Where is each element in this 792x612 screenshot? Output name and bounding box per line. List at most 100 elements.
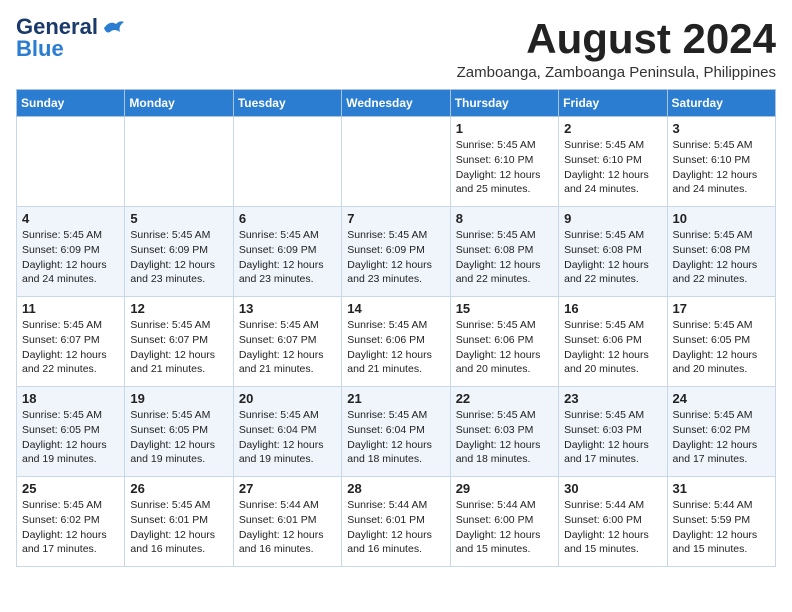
- title-area: August 2024 Zamboanga, Zamboanga Peninsu…: [457, 16, 776, 81]
- week-row-2: 4 Sunrise: 5:45 AM Sunset: 6:09 PM Daylig…: [17, 207, 776, 297]
- calendar-cell: 21 Sunrise: 5:45 AM Sunset: 6:04 PM Dayli…: [342, 387, 450, 477]
- day-info: Sunrise: 5:45 AM Sunset: 6:06 PM Dayligh…: [564, 318, 661, 377]
- calendar-cell: 23 Sunrise: 5:45 AM Sunset: 6:03 PM Dayli…: [559, 387, 667, 477]
- day-number: 13: [239, 301, 336, 316]
- calendar-cell: 4Sunrise: 5:45 AM Sunset: 6:09 PM Daylig…: [17, 207, 125, 297]
- calendar-cell: 31 Sunrise: 5:44 AM Sunset: 5:59 PM Dayli…: [667, 477, 775, 567]
- day-info: Sunrise: 5:45 AM Sunset: 6:06 PM Dayligh…: [456, 318, 553, 377]
- calendar-table: SundayMondayTuesdayWednesdayThursdayFrid…: [16, 89, 776, 567]
- day-number: 1: [456, 121, 553, 136]
- day-info: Sunrise: 5:44 AM Sunset: 6:00 PM Dayligh…: [456, 498, 553, 557]
- day-number: 28: [347, 481, 444, 496]
- day-info: Sunrise: 5:45 AM Sunset: 6:02 PM Dayligh…: [673, 408, 770, 467]
- week-row-5: 25 Sunrise: 5:45 AM Sunset: 6:02 PM Dayli…: [17, 477, 776, 567]
- day-info: Sunrise: 5:44 AM Sunset: 6:00 PM Dayligh…: [564, 498, 661, 557]
- day-info: Sunrise: 5:45 AM Sunset: 6:04 PM Dayligh…: [239, 408, 336, 467]
- calendar-cell: 5 Sunrise: 5:45 AM Sunset: 6:09 PM Daylig…: [125, 207, 233, 297]
- day-info: Sunrise: 5:45 AM Sunset: 6:10 PM Dayligh…: [673, 138, 770, 197]
- weekday-header-row: SundayMondayTuesdayWednesdayThursdayFrid…: [17, 90, 776, 117]
- calendar-cell: [233, 117, 341, 207]
- day-info: Sunrise: 5:45 AM Sunset: 6:08 PM Dayligh…: [564, 228, 661, 287]
- day-number: 24: [673, 391, 770, 406]
- week-row-4: 18 Sunrise: 5:45 AM Sunset: 6:05 PM Dayli…: [17, 387, 776, 477]
- calendar-cell: 14 Sunrise: 5:45 AM Sunset: 6:06 PM Dayli…: [342, 297, 450, 387]
- day-info: Sunrise: 5:45 AM Sunset: 6:05 PM Dayligh…: [673, 318, 770, 377]
- calendar-cell: 13Sunrise: 5:45 AM Sunset: 6:07 PM Dayli…: [233, 297, 341, 387]
- day-info: Sunrise: 5:45 AM Sunset: 6:08 PM Dayligh…: [673, 228, 770, 287]
- weekday-monday: Monday: [125, 90, 233, 117]
- day-number: 25: [22, 481, 119, 496]
- day-info: Sunrise: 5:45 AM Sunset: 6:05 PM Dayligh…: [130, 408, 227, 467]
- calendar-cell: 19 Sunrise: 5:45 AM Sunset: 6:05 PM Dayli…: [125, 387, 233, 477]
- day-info: Sunrise: 5:45 AM Sunset: 6:03 PM Dayligh…: [564, 408, 661, 467]
- day-number: 18: [22, 391, 119, 406]
- location-subtitle: Zamboanga, Zamboanga Peninsula, Philippi…: [457, 64, 776, 81]
- day-info: Sunrise: 5:45 AM Sunset: 6:09 PM Dayligh…: [130, 228, 227, 287]
- weekday-tuesday: Tuesday: [233, 90, 341, 117]
- day-number: 20: [239, 391, 336, 406]
- day-number: 19: [130, 391, 227, 406]
- calendar-cell: 26 Sunrise: 5:45 AM Sunset: 6:01 PM Dayli…: [125, 477, 233, 567]
- calendar-cell: 25 Sunrise: 5:45 AM Sunset: 6:02 PM Dayli…: [17, 477, 125, 567]
- calendar-cell: 15Sunrise: 5:45 AM Sunset: 6:06 PM Dayli…: [450, 297, 558, 387]
- weekday-saturday: Saturday: [667, 90, 775, 117]
- calendar-cell: [125, 117, 233, 207]
- calendar-cell: 16 Sunrise: 5:45 AM Sunset: 6:06 PM Dayli…: [559, 297, 667, 387]
- day-info: Sunrise: 5:45 AM Sunset: 6:04 PM Dayligh…: [347, 408, 444, 467]
- header: General Blue August 2024 Zamboanga, Zamb…: [16, 16, 776, 81]
- day-number: 12: [130, 301, 227, 316]
- day-info: Sunrise: 5:45 AM Sunset: 6:07 PM Dayligh…: [130, 318, 227, 377]
- weekday-sunday: Sunday: [17, 90, 125, 117]
- day-info: Sunrise: 5:45 AM Sunset: 6:02 PM Dayligh…: [22, 498, 119, 557]
- day-info: Sunrise: 5:45 AM Sunset: 6:01 PM Dayligh…: [130, 498, 227, 557]
- day-info: Sunrise: 5:45 AM Sunset: 6:10 PM Dayligh…: [456, 138, 553, 197]
- day-number: 31: [673, 481, 770, 496]
- day-number: 8: [456, 211, 553, 226]
- day-info: Sunrise: 5:45 AM Sunset: 6:09 PM Dayligh…: [239, 228, 336, 287]
- day-number: 30: [564, 481, 661, 496]
- day-info: Sunrise: 5:44 AM Sunset: 6:01 PM Dayligh…: [347, 498, 444, 557]
- day-number: 11: [22, 301, 119, 316]
- day-info: Sunrise: 5:45 AM Sunset: 6:10 PM Dayligh…: [564, 138, 661, 197]
- day-number: 14: [347, 301, 444, 316]
- day-number: 16: [564, 301, 661, 316]
- calendar-cell: 12 Sunrise: 5:45 AM Sunset: 6:07 PM Dayli…: [125, 297, 233, 387]
- logo: General Blue: [16, 16, 124, 60]
- day-number: 5: [130, 211, 227, 226]
- calendar-cell: 30 Sunrise: 5:44 AM Sunset: 6:00 PM Dayli…: [559, 477, 667, 567]
- day-number: 22: [456, 391, 553, 406]
- day-info: Sunrise: 5:45 AM Sunset: 6:06 PM Dayligh…: [347, 318, 444, 377]
- weekday-friday: Friday: [559, 90, 667, 117]
- calendar-cell: 1 Sunrise: 5:45 AM Sunset: 6:10 PM Daylig…: [450, 117, 558, 207]
- day-info: Sunrise: 5:44 AM Sunset: 5:59 PM Dayligh…: [673, 498, 770, 557]
- month-year-title: August 2024: [457, 16, 776, 62]
- day-number: 29: [456, 481, 553, 496]
- logo-blue: Blue: [16, 38, 64, 60]
- day-number: 4: [22, 211, 119, 226]
- calendar-cell: 20 Sunrise: 5:45 AM Sunset: 6:04 PM Dayli…: [233, 387, 341, 477]
- day-number: 9: [564, 211, 661, 226]
- calendar-cell: 27Sunrise: 5:44 AM Sunset: 6:01 PM Dayli…: [233, 477, 341, 567]
- day-number: 3: [673, 121, 770, 136]
- calendar-cell: 8Sunrise: 5:45 AM Sunset: 6:08 PM Daylig…: [450, 207, 558, 297]
- day-number: 23: [564, 391, 661, 406]
- calendar-cell: 10Sunrise: 5:45 AM Sunset: 6:08 PM Dayli…: [667, 207, 775, 297]
- calendar-cell: 7Sunrise: 5:45 AM Sunset: 6:09 PM Daylig…: [342, 207, 450, 297]
- calendar-cell: 28 Sunrise: 5:44 AM Sunset: 6:01 PM Dayli…: [342, 477, 450, 567]
- calendar-cell: 22Sunrise: 5:45 AM Sunset: 6:03 PM Dayli…: [450, 387, 558, 477]
- logo-bird-icon: [102, 18, 124, 36]
- calendar-cell: 24 Sunrise: 5:45 AM Sunset: 6:02 PM Dayli…: [667, 387, 775, 477]
- logo-general: General: [16, 16, 98, 38]
- calendar-cell: [17, 117, 125, 207]
- day-number: 21: [347, 391, 444, 406]
- calendar-cell: [342, 117, 450, 207]
- day-number: 26: [130, 481, 227, 496]
- day-number: 6: [239, 211, 336, 226]
- weekday-thursday: Thursday: [450, 90, 558, 117]
- day-number: 7: [347, 211, 444, 226]
- calendar-cell: 9 Sunrise: 5:45 AM Sunset: 6:08 PM Daylig…: [559, 207, 667, 297]
- calendar-cell: 11Sunrise: 5:45 AM Sunset: 6:07 PM Dayli…: [17, 297, 125, 387]
- calendar-cell: 2Sunrise: 5:45 AM Sunset: 6:10 PM Daylig…: [559, 117, 667, 207]
- day-number: 27: [239, 481, 336, 496]
- calendar-cell: 29 Sunrise: 5:44 AM Sunset: 6:00 PM Dayli…: [450, 477, 558, 567]
